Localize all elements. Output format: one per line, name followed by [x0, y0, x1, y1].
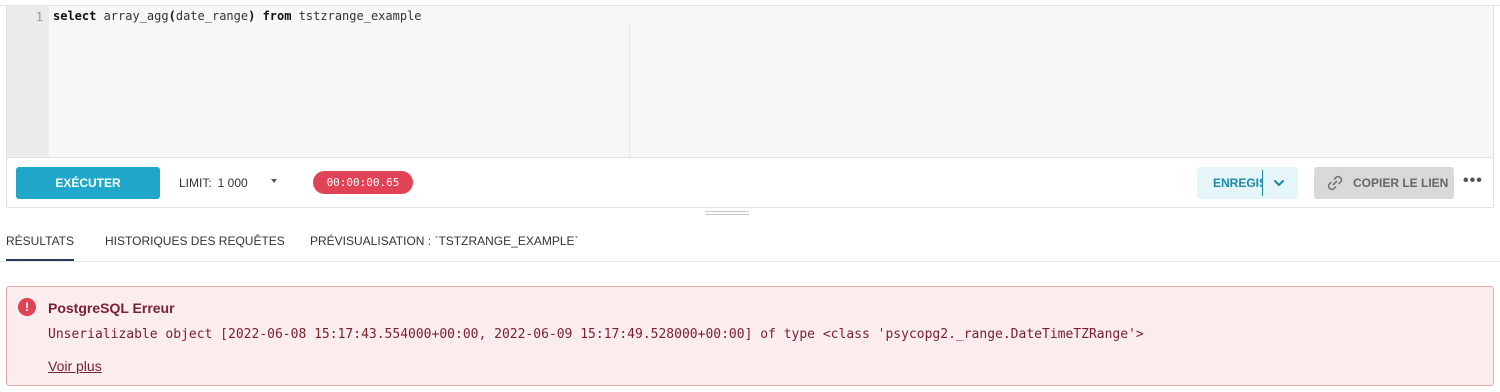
tab-query-history[interactable]: HISTORIQUES DES REQUÊTES	[105, 222, 285, 261]
copy-link-button[interactable]: COPIER LE LIEN	[1314, 167, 1454, 199]
code-paren-close: )	[248, 9, 256, 23]
result-tabs: RÉSULTATS HISTORIQUES DES REQUÊTES PRÉVI…	[0, 222, 1500, 262]
code-table: tstzrange_example	[291, 9, 422, 23]
print-margin	[629, 24, 630, 157]
limit-value: 1 000	[217, 176, 248, 190]
code-paren-open: (	[168, 9, 176, 23]
save-button[interactable]: ENREGISTRER	[1213, 167, 1263, 199]
tab-results[interactable]: RÉSULTATS	[6, 222, 75, 261]
sql-editor[interactable]: 1 select array_agg(date_range) from tstz…	[6, 6, 1494, 158]
keyword-select: select	[53, 9, 97, 23]
error-message: Unserializable object [2022-06-08 15:17:…	[48, 327, 1144, 342]
resize-handle[interactable]	[705, 211, 749, 217]
run-button[interactable]: EXÉCUTER	[16, 167, 160, 199]
save-divider	[1262, 170, 1263, 196]
line-number: 1	[35, 10, 43, 24]
copy-link-label: COPIER LE LIEN	[1353, 176, 1449, 190]
tab-preview[interactable]: PRÉVISUALISATION : `TSTZRANGE_EXAMPLE`	[310, 222, 579, 261]
limit-select[interactable]: LIMIT: 1 000	[179, 176, 248, 190]
code-fn: array_agg	[96, 9, 169, 23]
more-horizontal-icon[interactable]: •••	[1463, 173, 1483, 190]
save-button-group: ENREGISTRER	[1197, 167, 1298, 199]
caret-down-icon[interactable]	[271, 179, 277, 183]
timer-badge: 00:00:00.65	[313, 171, 413, 194]
error-alert: ! PostgreSQL Erreur Unserializable objec…	[6, 286, 1494, 386]
error-title: PostgreSQL Erreur	[48, 300, 175, 316]
code-line[interactable]: select array_agg(date_range) from tstzra…	[53, 9, 422, 23]
limit-label: LIMIT:	[179, 176, 212, 190]
see-more-link[interactable]: Voir plus	[48, 358, 102, 374]
editor-gutter: 1	[7, 6, 49, 157]
link-icon	[1327, 175, 1343, 191]
alert-circle-icon: !	[18, 298, 36, 316]
chevron-down-icon[interactable]	[1270, 175, 1288, 191]
keyword-from: from	[262, 9, 292, 23]
query-toolbar: EXÉCUTER LIMIT: 1 000 00:00:00.65 ENREGIS…	[6, 158, 1494, 208]
code-arg: date_range	[175, 9, 249, 23]
